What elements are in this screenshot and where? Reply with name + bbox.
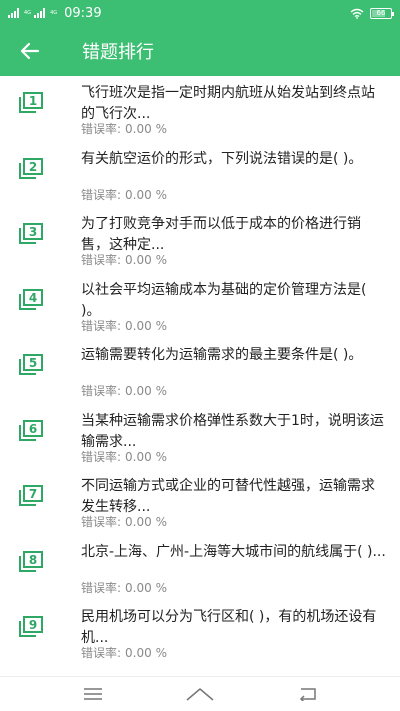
error-label: 错误率: xyxy=(81,580,122,595)
question-text: 民用机场可以分为飞行区和( )，有的机场还设有机... xyxy=(81,609,377,646)
error-label: 错误率: xyxy=(81,646,122,660)
list-item[interactable]: 1 飞行班次是指一定时期内航班从始发站到终点站的飞行次... 错误率: 0.00 … xyxy=(0,77,400,143)
numbered-stack-icon: 1 xyxy=(18,92,44,114)
error-rate: 错误率: 0.00 % xyxy=(81,581,167,595)
list-item[interactable]: 5 运输需要转化为运输需求的最主要条件是( )。 错误率: 0.00 % xyxy=(0,339,400,405)
system-nav-bar xyxy=(0,676,400,711)
question-text: 为了打败竞争对手而以低于成本的价格进行销售，这种定... xyxy=(81,216,361,253)
numbered-stack-icon: 4 xyxy=(18,288,44,311)
question-text: 以社会平均运输成本为基础的定价管理方法是( )。 xyxy=(81,281,367,319)
list-item[interactable]: 7 不同运输方式或企业的可替代性越强，运输需求发生转移... 错误率: 0.00 … xyxy=(0,470,400,536)
item-number: 6 xyxy=(29,422,37,436)
list-item[interactable]: 3 为了打败竞争对手而以低于成本的价格进行销售，这种定... 错误率: 0.00 … xyxy=(0,208,400,274)
numbered-stack-icon: 2 xyxy=(18,157,44,180)
item-number: 1 xyxy=(29,94,37,108)
nav-back-button[interactable] xyxy=(287,679,327,709)
battery-level: 66 xyxy=(376,9,386,17)
error-label: 错误率: xyxy=(81,253,122,267)
list-item[interactable]: 9 民用机场可以分为飞行区和( )，有的机场还设有机... 错误率: 0.00 % xyxy=(0,601,400,667)
item-number: 2 xyxy=(29,160,37,174)
error-value: 0.00 % xyxy=(125,449,167,464)
signal-icon-2 xyxy=(34,8,46,18)
error-value: 0.00 % xyxy=(125,253,167,267)
list-item[interactable]: 2 有关航空运价的形式，下列说法错误的是( )。 错误率: 0.00 % xyxy=(0,143,400,209)
error-value: 0.00 % xyxy=(125,318,167,333)
signal-area: 4G 4G 09:39 xyxy=(8,6,102,21)
status-right: 66 xyxy=(350,7,394,19)
error-value: 0.00 % xyxy=(125,580,167,595)
battery-icon: 66 xyxy=(370,7,394,19)
numbered-stack-icon: 3 xyxy=(18,223,44,245)
network-label-2: 4G xyxy=(50,10,58,16)
nav-home-button[interactable] xyxy=(180,679,220,709)
item-number: 8 xyxy=(29,553,37,567)
error-value: 0.00 % xyxy=(125,187,167,202)
list-item[interactable]: 8 北京-上海、广州-上海等大城市间的航线属于( )... 错误率: 0.00 % xyxy=(0,536,400,602)
item-number: 9 xyxy=(29,618,37,632)
question-text: 北京-上海、广州-上海等大城市间的航线属于( )... xyxy=(81,543,386,560)
wifi-icon xyxy=(350,8,364,19)
question-text: 运输需要转化为运输需求的最主要条件是( )。 xyxy=(81,347,363,363)
error-rate: 错误率: 0.00 % xyxy=(81,253,167,267)
numbered-stack-icon: 5 xyxy=(18,354,44,376)
numbered-stack-icon: 6 xyxy=(18,419,44,442)
item-number: 5 xyxy=(29,356,37,370)
error-value: 0.00 % xyxy=(125,122,167,136)
app-bar: 错题排行 xyxy=(0,26,400,76)
status-bar: 4G 4G 09:39 66 xyxy=(0,0,400,26)
back-icon xyxy=(299,688,316,701)
error-label: 错误率: xyxy=(81,318,122,333)
numbered-stack-icon: 9 xyxy=(18,616,44,638)
back-button[interactable] xyxy=(0,26,60,76)
question-text: 当某种运输需求价格弹性系数大于1时，说明该运输需求... xyxy=(81,412,384,450)
list-item[interactable]: 6 当某种运输需求价格弹性系数大于1时，说明该运输需求... 错误率: 0.00 … xyxy=(0,405,400,471)
error-label: 错误率: xyxy=(81,449,122,464)
item-number: 4 xyxy=(29,291,37,305)
home-icon xyxy=(186,688,214,701)
page-title: 错题排行 xyxy=(82,42,154,63)
error-rate: 错误率: 0.00 % xyxy=(81,122,167,136)
question-list: 1 飞行班次是指一定时期内航班从始发站到终点站的飞行次... 错误率: 0.00 … xyxy=(0,77,400,667)
network-label-1: 4G xyxy=(24,10,32,16)
error-label: 错误率: xyxy=(81,515,122,529)
signal-icon xyxy=(8,8,19,18)
error-label: 错误率: xyxy=(81,122,122,136)
question-text: 飞行班次是指一定时期内航班从始发站到终点站的飞行次... xyxy=(81,85,375,122)
list-item[interactable]: 4 以社会平均运输成本为基础的定价管理方法是( )。 错误率: 0.00 % xyxy=(0,274,400,340)
menu-icon xyxy=(84,688,103,700)
error-rate: 错误率: 0.00 % xyxy=(81,319,167,333)
error-rate: 错误率: 0.00 % xyxy=(81,188,167,202)
nav-menu-button[interactable] xyxy=(73,679,113,709)
error-value: 0.00 % xyxy=(125,646,167,660)
item-number: 7 xyxy=(29,487,37,501)
item-number: 3 xyxy=(29,225,37,239)
error-rate: 错误率: 0.00 % xyxy=(81,515,167,529)
error-rate: 错误率: 0.00 % xyxy=(81,646,167,660)
numbered-stack-icon: 8 xyxy=(18,550,44,573)
error-label: 错误率: xyxy=(81,187,122,202)
error-value: 0.00 % xyxy=(125,384,167,398)
error-label: 错误率: xyxy=(81,384,122,398)
error-rate: 错误率: 0.00 % xyxy=(81,450,167,464)
arrow-left-icon xyxy=(20,42,40,60)
question-text: 不同运输方式或企业的可替代性越强，运输需求发生转移... xyxy=(81,478,375,515)
status-time: 09:39 xyxy=(64,5,102,21)
error-rate: 错误率: 0.00 % xyxy=(81,384,167,398)
numbered-stack-icon: 7 xyxy=(18,485,44,507)
question-text: 有关航空运价的形式，下列说法错误的是( )。 xyxy=(81,150,363,167)
error-value: 0.00 % xyxy=(125,515,167,529)
